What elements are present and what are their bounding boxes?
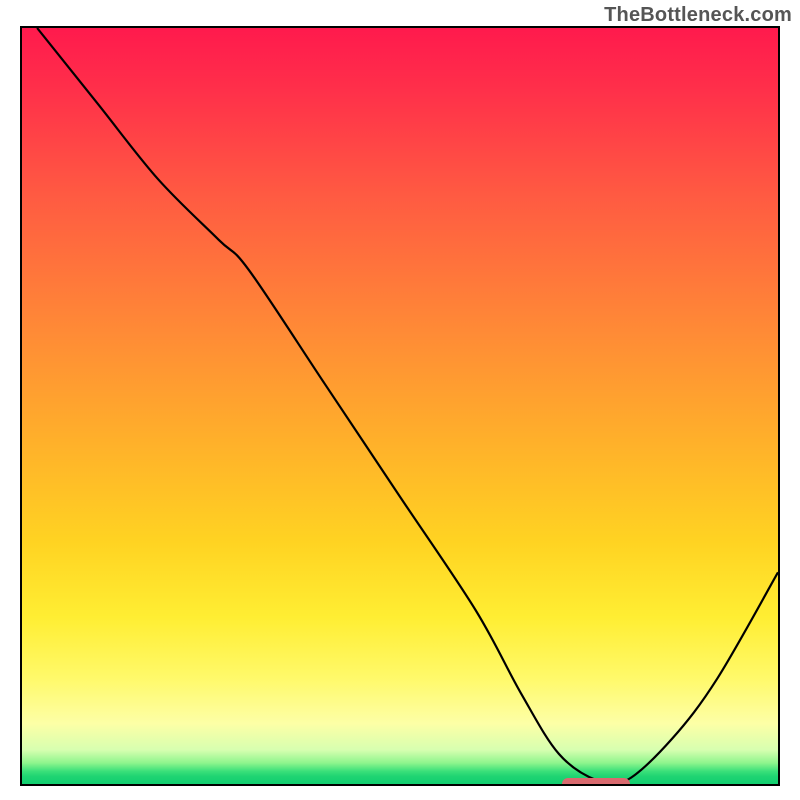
optimal-zone-marker [562,778,630,786]
curve-path [37,28,778,784]
bottleneck-curve [22,28,778,784]
chart-container: TheBottleneck.com [0,0,800,800]
watermark-text: TheBottleneck.com [604,4,792,27]
plot-area [20,26,780,786]
